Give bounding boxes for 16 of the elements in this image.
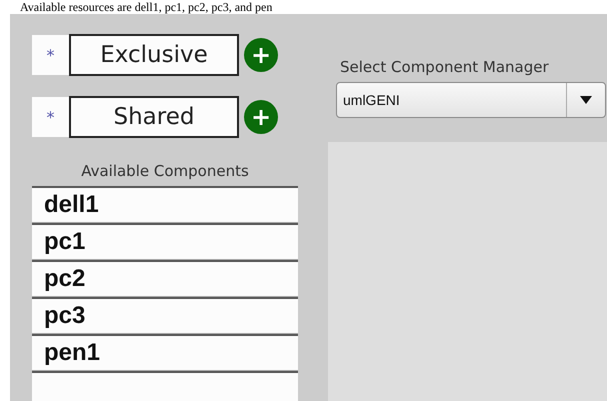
list-item[interactable]: pc1 xyxy=(32,223,298,260)
required-marker: * xyxy=(32,35,69,75)
list-item[interactable]: pc3 xyxy=(32,297,298,334)
caret-icon xyxy=(580,96,592,104)
list-title: Available Components xyxy=(80,162,250,180)
sharing-field[interactable]: Shared xyxy=(69,96,239,138)
list-item[interactable]: pen1 xyxy=(32,334,298,371)
add-button[interactable]: + xyxy=(244,38,278,72)
required-marker: * xyxy=(32,97,69,137)
list-item[interactable]: pc2 xyxy=(32,260,298,297)
manager-label: Select Component Manager xyxy=(340,58,550,76)
manager-dropdown[interactable]: umlGENI xyxy=(336,82,606,118)
caption-text: Available resources are dell1, pc1, pc2, pc3, and pen xyxy=(19,0,274,14)
add-button[interactable]: + xyxy=(244,100,278,134)
sharing-field[interactable]: Exclusive xyxy=(69,34,239,76)
list-item[interactable]: dell1 xyxy=(32,186,298,223)
